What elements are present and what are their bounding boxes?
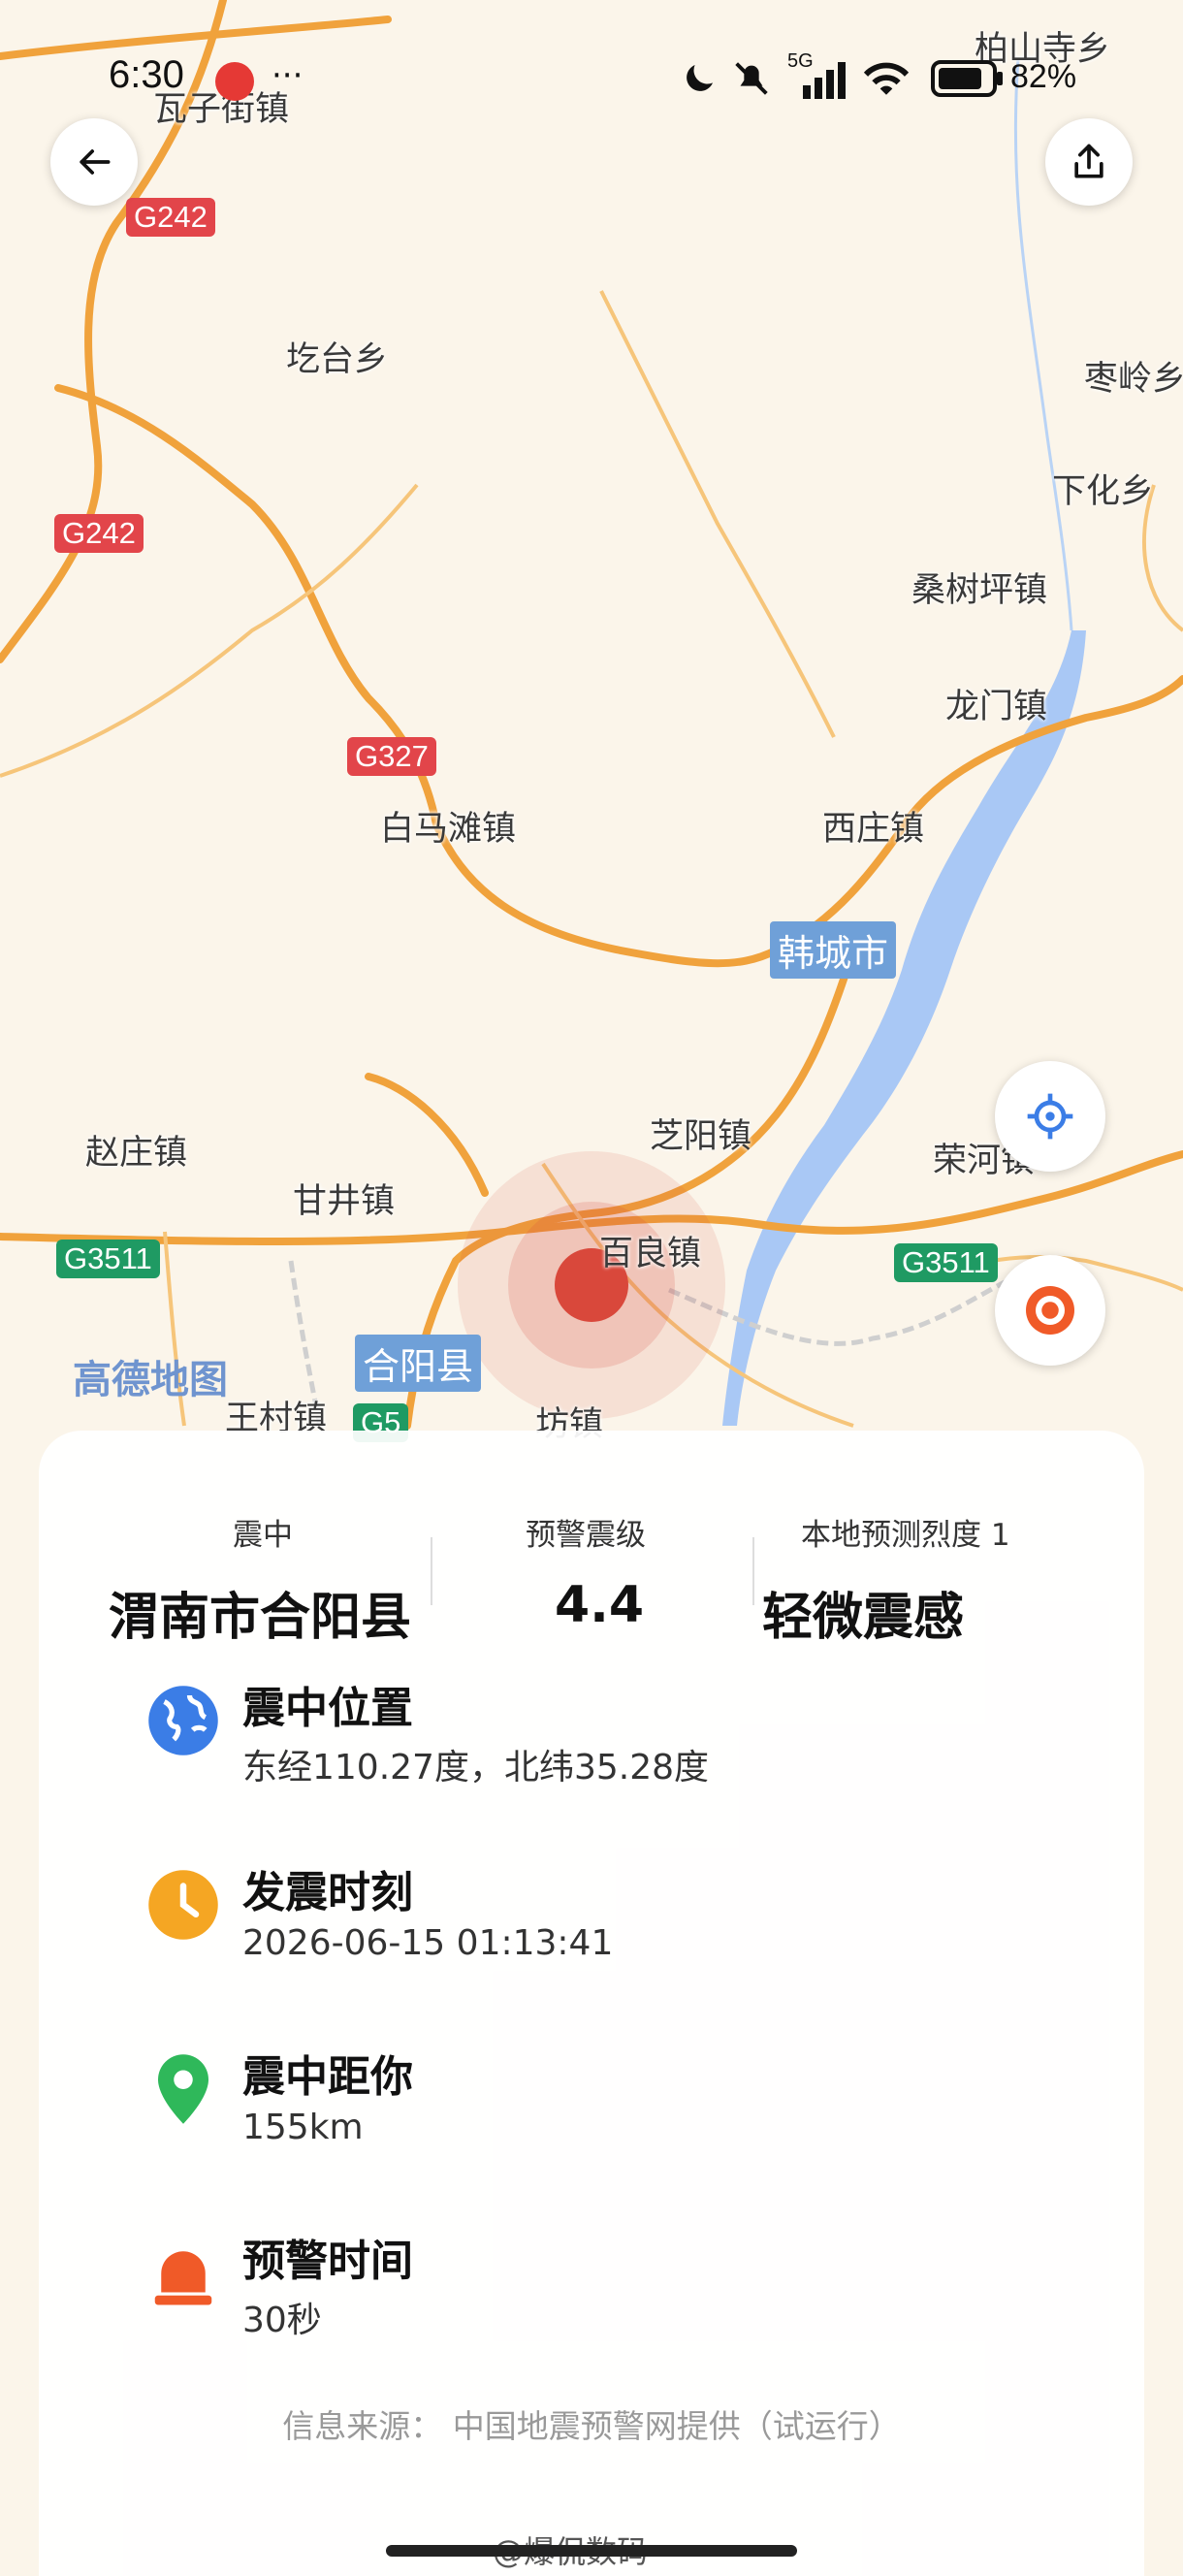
divider bbox=[431, 1537, 432, 1605]
time-title: 发震时刻 bbox=[242, 1868, 413, 1917]
time-value: 2026-06-15 01:13:41 bbox=[242, 1923, 614, 1963]
alarm-icon bbox=[154, 2251, 212, 2305]
location-pin-icon bbox=[158, 2054, 208, 2124]
intensity-value: 轻微震感 bbox=[762, 1589, 965, 1647]
distance-title: 震中距你 bbox=[242, 2052, 413, 2102]
battery-percentage: 82% bbox=[1010, 58, 1077, 95]
highway-shield: G3511 bbox=[56, 1240, 160, 1278]
crosshair-icon bbox=[1027, 1093, 1073, 1140]
map-place-label: 圪台乡 bbox=[286, 340, 389, 379]
back-button[interactable] bbox=[50, 118, 138, 206]
warning-time-value: 30秒 bbox=[242, 2301, 322, 2340]
highway-shield: G242 bbox=[54, 514, 144, 553]
location-title: 震中位置 bbox=[242, 1684, 413, 1733]
location-value: 东经110.27度，北纬35.28度 bbox=[242, 1748, 710, 1787]
earthquake-info-panel: 震中 预警震级 本地预测烈度 1 渭南市合阳县 4.4 轻微震感 震中位置 东经… bbox=[39, 1431, 1144, 2576]
epicenter-value: 渭南市合阳县 bbox=[109, 1589, 412, 1647]
city-label: 韩城市 bbox=[770, 921, 897, 979]
highway-shield: G242 bbox=[126, 198, 215, 237]
battery-icon bbox=[931, 60, 1003, 97]
epicenter-label: 震中 bbox=[233, 1518, 293, 1553]
map-place-label: 龙门镇 bbox=[945, 688, 1048, 726]
magnitude-value: 4.4 bbox=[555, 1576, 645, 1634]
more-notifications-icon: ··· bbox=[272, 56, 304, 95]
city-label: 合阳县 bbox=[355, 1335, 482, 1392]
map-watermark: 高德地图 bbox=[73, 1358, 228, 1402]
signal-icon bbox=[803, 62, 846, 99]
share-icon bbox=[1074, 144, 1103, 178]
map-place-label: 百良镇 bbox=[599, 1235, 702, 1273]
highway-shield: G3511 bbox=[894, 1243, 998, 1282]
map-place-label: 甘井镇 bbox=[293, 1182, 396, 1221]
magnitude-label: 预警震级 bbox=[526, 1518, 646, 1553]
intensity-label: 本地预测烈度 1 bbox=[801, 1518, 1010, 1553]
status-bar: 6:30 ··· 5G 82% bbox=[0, 0, 1183, 155]
home-indicator[interactable] bbox=[386, 2545, 797, 2557]
map-place-label: 桑树坪镇 bbox=[911, 571, 1048, 610]
clock-icon bbox=[148, 1870, 218, 1940]
data-source-text: 信息来源： 中国地震预警网提供（试运行） bbox=[282, 2407, 901, 2445]
status-time: 6:30 bbox=[109, 53, 184, 96]
divider bbox=[752, 1537, 754, 1605]
locate-me-button[interactable] bbox=[995, 1061, 1105, 1172]
map-place-label: 西庄镇 bbox=[822, 810, 925, 849]
share-button[interactable] bbox=[1045, 118, 1133, 206]
globe-icon bbox=[148, 1686, 218, 1755]
map-place-label: 枣岭乡 bbox=[1084, 360, 1183, 399]
map-place-label: 白马滩镇 bbox=[380, 810, 517, 849]
wifi-icon bbox=[863, 62, 910, 95]
epicenter-locate-button[interactable] bbox=[995, 1255, 1105, 1366]
moon-icon bbox=[687, 65, 713, 91]
map-place-label: 赵庄镇 bbox=[85, 1134, 188, 1173]
map-place-label: 下化乡 bbox=[1052, 472, 1155, 511]
highway-shield: G327 bbox=[347, 737, 436, 776]
arrow-left-icon bbox=[80, 149, 111, 175]
warning-time-title: 预警时间 bbox=[242, 2237, 413, 2286]
target-icon bbox=[1026, 1286, 1074, 1335]
weibo-notification-icon bbox=[215, 62, 254, 101]
mute-icon bbox=[735, 62, 768, 95]
map-place-label: 芝阳镇 bbox=[650, 1117, 752, 1156]
distance-value: 155km bbox=[242, 2108, 364, 2147]
